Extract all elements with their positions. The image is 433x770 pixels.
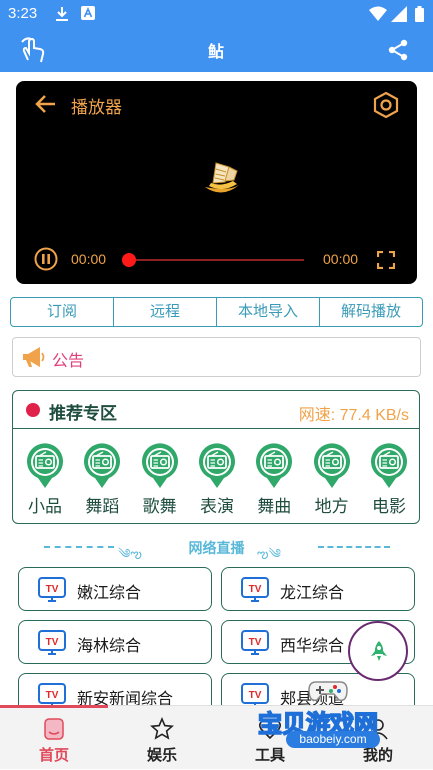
fullscreen-icon[interactable] [377, 251, 395, 269]
status-bar: 3:23 [0, 0, 433, 28]
nav-entertainment[interactable]: 娱乐 [108, 706, 216, 770]
tab-subscribe[interactable]: 订阅 [11, 298, 114, 326]
recommend-panel: 推荐专区 网速: 77.4 KB/s 小品 舞蹈 歌舞 表演 舞曲 地方 电影 [12, 390, 420, 524]
watermark-url: baobeiy.com [286, 731, 380, 748]
signal-icon [391, 6, 407, 22]
back-arrow-icon[interactable] [35, 93, 57, 115]
home-icon [44, 718, 64, 740]
channel-label: 西华综合 [280, 638, 345, 655]
category-item[interactable]: 地方 [304, 443, 360, 517]
top-bar: 3:23 鲇 [0, 0, 433, 72]
watermark: 宝贝游戏网 baobeiy.com [256, 670, 433, 769]
nav-home[interactable]: 首页 [0, 706, 108, 770]
tv-icon: TV [241, 577, 269, 602]
category-label: 地方 [314, 497, 349, 516]
category-item[interactable]: 小品 [17, 443, 73, 517]
seek-track[interactable] [132, 259, 304, 261]
category-item[interactable]: 舞蹈 [74, 443, 130, 517]
category-item[interactable]: 电影 [361, 443, 417, 517]
divider-left [44, 546, 114, 548]
nav-active-indicator [0, 705, 108, 708]
radio-icon [313, 443, 350, 488]
player-title: 播放器 [71, 98, 122, 117]
category-item[interactable]: 舞曲 [246, 443, 302, 517]
category-label: 表演 [199, 497, 234, 516]
radio-icon [84, 443, 121, 488]
current-time: 00:00 [71, 251, 107, 267]
channel-label: 海林综合 [77, 638, 142, 655]
tv-badge: TV [46, 690, 59, 701]
total-time: 00:00 [323, 251, 359, 267]
status-time: 3:23 [8, 5, 38, 22]
recommend-header: 推荐专区 网速: 77.4 KB/s [13, 391, 419, 429]
share-icon[interactable] [386, 38, 410, 62]
network-speed: 网速: 77.4 KB/s [298, 407, 409, 424]
channel-item[interactable]: TV 龙江综合 [221, 567, 415, 611]
battery-icon [415, 6, 424, 22]
radio-icon [198, 443, 235, 488]
category-item[interactable]: 歌舞 [132, 443, 188, 517]
tv-badge: TV [46, 637, 59, 648]
tab-decode-play[interactable]: 解码播放 [320, 298, 422, 326]
tv-icon: TV [38, 630, 66, 655]
pause-icon[interactable] [34, 247, 58, 271]
download-icon [56, 7, 68, 21]
video-player[interactable]: 播放器 00:00 00:00 [16, 81, 417, 284]
boat-logo-icon [205, 162, 239, 193]
tab-remote[interactable]: 远程 [114, 298, 217, 326]
star-icon [150, 717, 174, 740]
megaphone-icon [23, 347, 45, 367]
category-label: 小品 [28, 497, 62, 516]
divider-right [318, 546, 390, 548]
radio-icon [141, 443, 178, 488]
radio-icon [27, 443, 63, 488]
notice-bar[interactable]: 公告 [12, 337, 421, 377]
category-label: 电影 [371, 497, 406, 516]
channel-label: 嫩江综合 [77, 585, 142, 602]
tv-icon: TV [241, 630, 269, 655]
app-title: 鲇 [207, 44, 224, 61]
category-label: 舞蹈 [85, 497, 120, 516]
recommend-dot [26, 403, 40, 417]
wifi-icon [369, 6, 387, 21]
notification-a-icon [81, 6, 95, 20]
channel-item[interactable]: TV 海林综合 [18, 620, 212, 664]
recommend-title: 推荐专区 [49, 404, 117, 423]
nav-entertainment-label: 娱乐 [146, 747, 177, 764]
gamepad-icon [308, 681, 348, 702]
tab-local-import[interactable]: 本地导入 [217, 298, 320, 326]
tv-badge: TV [249, 584, 262, 595]
settings-icon[interactable] [373, 92, 399, 118]
live-section-title: 网络直播 [188, 540, 245, 556]
source-tabs: 订阅 远程 本地导入 解码播放 [10, 297, 423, 327]
channel-item[interactable]: TV 嫩江综合 [18, 567, 212, 611]
nav-home-label: 首页 [38, 747, 69, 764]
channel-label: 龙江综合 [280, 585, 345, 602]
seek-knob[interactable] [122, 253, 136, 267]
touch-icon[interactable] [18, 36, 48, 64]
tv-badge: TV [46, 584, 59, 595]
category-item[interactable]: 表演 [189, 443, 245, 517]
tv-badge: TV [249, 637, 262, 648]
notice-label: 公告 [52, 353, 85, 370]
category-label: 舞曲 [257, 497, 292, 516]
category-label: 歌舞 [142, 497, 177, 516]
category-list: 小品 舞蹈 歌舞 表演 舞曲 地方 电影 [17, 443, 417, 517]
radio-icon [370, 443, 407, 488]
tv-icon: TV [38, 577, 66, 602]
rocket-icon [371, 641, 387, 661]
live-section-header: ༄ఌ 网络直播 ఌ༄ [0, 536, 433, 562]
radio-icon [256, 443, 293, 488]
